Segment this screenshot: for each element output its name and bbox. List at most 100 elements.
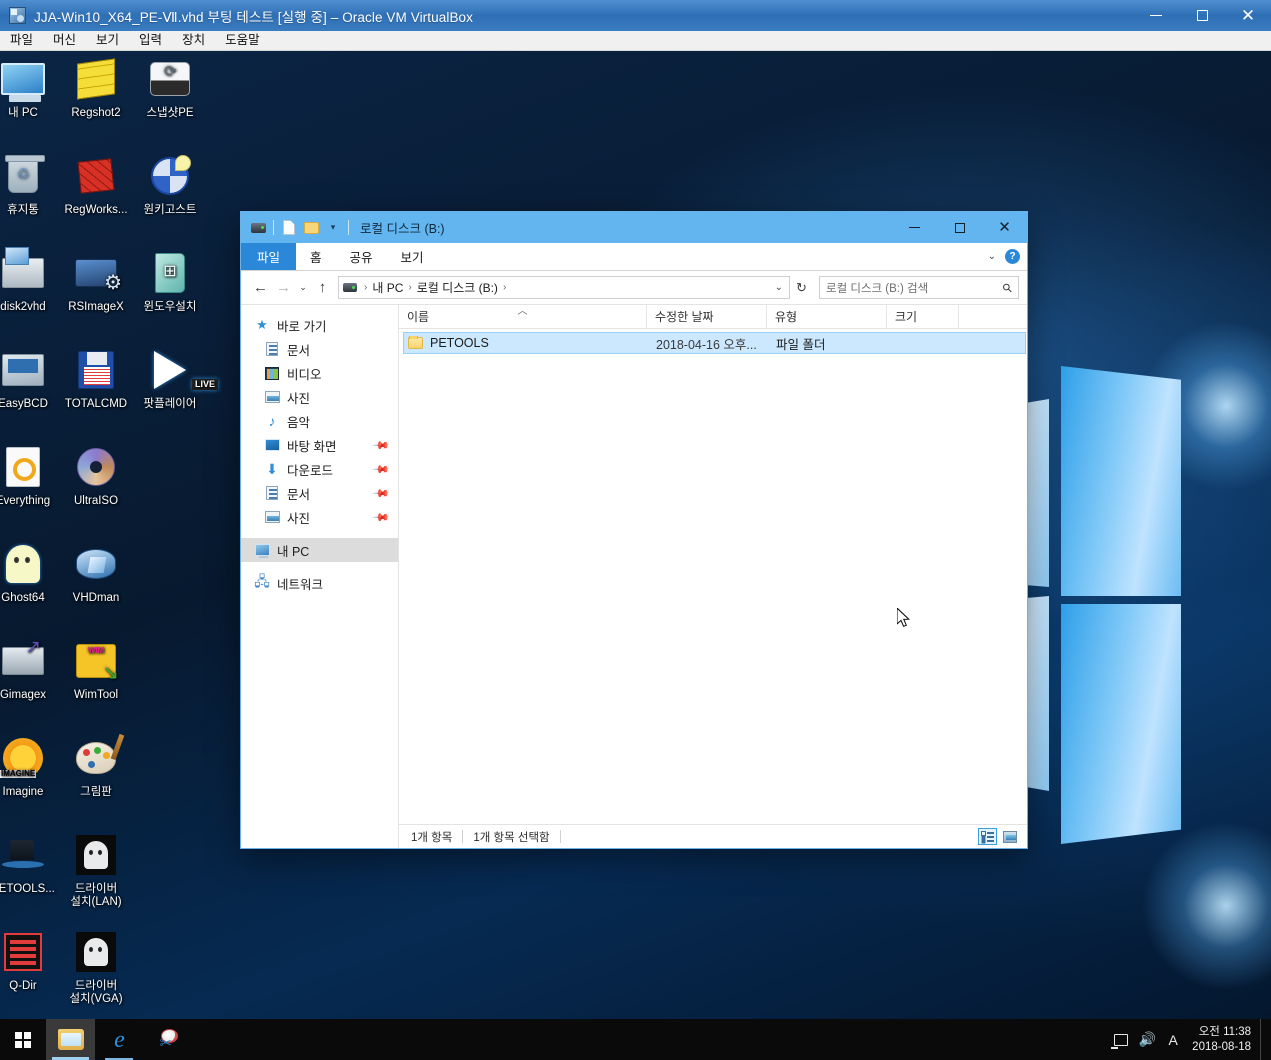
new-folder-icon[interactable]	[300, 217, 322, 239]
menu-file[interactable]: 파일	[0, 31, 43, 50]
search-input[interactable]: 로컬 디스크 (B:) 검색	[826, 280, 928, 296]
file-rows[interactable]: PETOOLS 2018-04-16 오후... 파일 폴더	[399, 329, 1027, 824]
forward-button[interactable]: →	[272, 276, 295, 299]
tab-share[interactable]: 공유	[336, 243, 387, 270]
desktop-icon-regshot2[interactable]: Regshot2	[59, 55, 133, 120]
nav-item-downloads[interactable]: ⬇ 다운로드 📌	[241, 457, 398, 481]
details-view-button[interactable]	[978, 828, 997, 845]
nav-item-quick-access[interactable]: ★ 바로 가기	[241, 313, 398, 337]
desktop-icon-potplayer[interactable]: LIVE 팟플레이어	[133, 346, 219, 411]
recent-locations-icon[interactable]: ⌄	[295, 276, 311, 299]
column-header-size[interactable]: 크기	[887, 305, 959, 328]
quick-access-toolbar: ▾	[247, 217, 353, 239]
help-icon[interactable]: ?	[1005, 249, 1020, 264]
desktop-icon-everything[interactable]: Everything	[0, 443, 60, 508]
maximize-icon	[954, 222, 965, 233]
tab-home[interactable]: 홈	[296, 243, 336, 270]
desktop-icon-easybcd[interactable]: EasyBCD	[0, 346, 60, 411]
explorer-close-button[interactable]: ✕	[982, 212, 1027, 243]
nav-item-label: 사진	[287, 511, 311, 526]
explorer-maximize-button[interactable]	[937, 212, 982, 243]
close-icon: ✕	[1240, 6, 1256, 25]
clock[interactable]: 오전 11:38 2018-08-18	[1186, 1025, 1260, 1055]
desktop-icon-wimtool[interactable]: WimTool	[59, 637, 133, 702]
virtualbox-titlebar: JJA-Win10_X64_PE-Ⅶ.vhd 부팅 테스트 [실행 중] – O…	[0, 0, 1271, 31]
desktop-icon-imagine[interactable]: Imagine	[0, 734, 60, 799]
taskbar-file-explorer[interactable]	[46, 1019, 95, 1060]
vbox-maximize-button[interactable]	[1179, 0, 1225, 31]
desktop-icon-ghost64[interactable]: Ghost64	[0, 540, 60, 605]
desktop-icon-qdir[interactable]: Q-Dir	[0, 928, 60, 993]
tab-view[interactable]: 보기	[387, 243, 438, 270]
customize-chevron-icon[interactable]: ▾	[322, 217, 344, 239]
nav-item-desktop[interactable]: 바탕 화면 📌	[241, 433, 398, 457]
ime-indicator[interactable]: A	[1160, 1019, 1186, 1060]
taskbar-internet-explorer[interactable]: e	[95, 1019, 144, 1060]
column-header-name[interactable]: ︿ 이름	[399, 305, 647, 328]
drive-icon[interactable]	[247, 217, 269, 239]
address-dropdown-icon[interactable]: ⌄	[775, 282, 783, 293]
refresh-button[interactable]: ↻	[790, 276, 813, 299]
nav-item-this-pc[interactable]: 내 PC	[241, 538, 398, 562]
nav-item-network[interactable]: 🖧 네트워크	[241, 571, 398, 595]
desktop-icon-ultraiso[interactable]: UltraISO	[59, 443, 133, 508]
show-desktop-button[interactable]	[1260, 1019, 1267, 1060]
start-button[interactable]	[0, 1019, 46, 1060]
nav-item-videos[interactable]: 비디오	[241, 361, 398, 385]
nav-item-pictures[interactable]: 사진	[241, 385, 398, 409]
desktop-icon-windows-setup[interactable]: 윈도우설치	[133, 249, 207, 314]
search-icon: ⚲	[999, 279, 1016, 296]
desktop-icon-driver-vga[interactable]: 드라이버 설치(VGA)	[59, 928, 133, 1006]
desktop-icon-gimagex[interactable]: Gimagex	[0, 637, 60, 702]
nav-item-documents[interactable]: 문서	[241, 337, 398, 361]
nav-item-pictures-pinned[interactable]: 사진 📌	[241, 505, 398, 529]
pin-icon[interactable]: 📌	[372, 508, 391, 526]
toolbar-separator	[273, 220, 274, 235]
folder-icon	[408, 336, 423, 349]
desktop-icon-snapshot-pe[interactable]: 스냅샷PE	[133, 55, 207, 120]
desktop-icon-vhdman[interactable]: VHDman	[59, 540, 133, 605]
desktop-icon-my-pc[interactable]: 내 PC	[0, 55, 60, 120]
desktop-icon-petools[interactable]: PETOOLS...	[0, 831, 60, 896]
up-button[interactable]: ↑	[311, 276, 334, 299]
breadcrumb-separator: ›	[408, 282, 412, 293]
menu-machine[interactable]: 머신	[43, 31, 86, 50]
vbox-close-button[interactable]: ✕	[1225, 0, 1271, 31]
explorer-minimize-button[interactable]	[892, 212, 937, 243]
desktop-icon-totalcmd[interactable]: TOTALCMD	[59, 346, 133, 411]
properties-icon[interactable]	[278, 217, 300, 239]
menu-view[interactable]: 보기	[86, 31, 129, 50]
breadcrumb-this-pc[interactable]: 내 PC	[372, 279, 403, 296]
taskbar-snipping-tool[interactable]	[144, 1019, 193, 1060]
search-box[interactable]: 로컬 디스크 (B:) 검색 ⚲	[819, 276, 1019, 299]
column-header-type[interactable]: 유형	[767, 305, 887, 328]
pin-icon[interactable]: 📌	[372, 484, 391, 502]
collapse-ribbon-icon[interactable]: ⌄	[988, 251, 996, 262]
desktop-icon-recycle-bin[interactable]: 휴지통	[0, 152, 60, 217]
volume-icon[interactable]: 🔊	[1134, 1019, 1160, 1060]
back-button[interactable]: ←	[249, 276, 272, 299]
large-icons-view-button[interactable]	[1000, 828, 1019, 845]
desktop-icon-regworks[interactable]: RegWorks...	[59, 152, 133, 217]
pin-icon[interactable]: 📌	[372, 436, 391, 454]
clock-date: 2018-08-18	[1192, 1040, 1251, 1053]
tab-file[interactable]: 파일	[241, 243, 297, 270]
address-breadcrumb-box[interactable]: › 내 PC › 로컬 디스크 (B:) › ⌄	[338, 276, 790, 299]
disk2vhd-icon	[0, 247, 47, 297]
vbox-minimize-button[interactable]	[1133, 0, 1179, 31]
desktop-icon-paint[interactable]: 그림판	[59, 734, 133, 799]
desktop-icon-onekey-ghost[interactable]: 원키고스트	[133, 152, 207, 217]
network-icon[interactable]	[1108, 1019, 1134, 1060]
table-row[interactable]: PETOOLS 2018-04-16 오후... 파일 폴더	[403, 332, 1026, 354]
desktop-icon-rsimagex[interactable]: RSImageX	[59, 249, 133, 314]
desktop-icon-driver-lan[interactable]: 드라이버 설치(LAN)	[59, 831, 133, 909]
menu-input[interactable]: 입력	[129, 31, 172, 50]
nav-item-music[interactable]: ♪ 음악	[241, 409, 398, 433]
pin-icon[interactable]: 📌	[372, 460, 391, 478]
desktop-icon-disk2vhd[interactable]: disk2vhd	[0, 247, 60, 314]
breadcrumb-local-disk[interactable]: 로컬 디스크 (B:)	[417, 279, 498, 296]
nav-item-documents-pinned[interactable]: 문서 📌	[241, 481, 398, 505]
menu-devices[interactable]: 장치	[172, 31, 215, 50]
column-header-date[interactable]: 수정한 날짜	[647, 305, 767, 328]
menu-help[interactable]: 도움말	[215, 31, 270, 50]
